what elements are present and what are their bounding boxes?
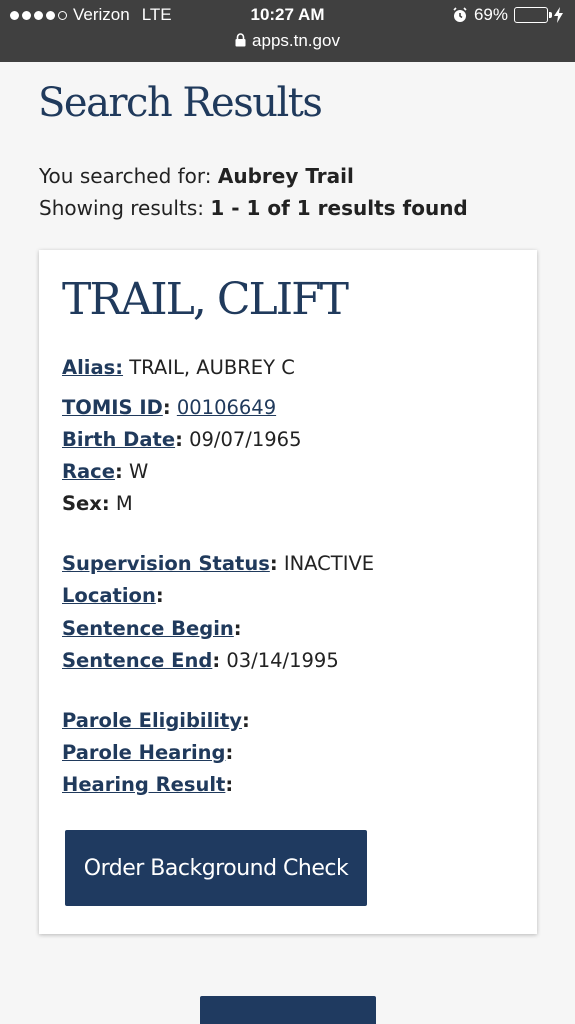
showing-results-value: 1 - 1 of 1 results found (210, 196, 468, 220)
birth-date-field: Birth Date: 09/07/1965 (62, 428, 302, 451)
lock-icon (235, 33, 246, 47)
sentence-end-field: Sentence End: 03/14/1995 (62, 649, 339, 672)
sex-field: Sex: M (62, 492, 133, 515)
order-background-check-button[interactable]: Order Background Check (65, 830, 367, 906)
alias-label[interactable]: Alias: (62, 356, 123, 379)
bottom-action-button[interactable] (200, 996, 376, 1024)
sentence-end-value: 03/14/1995 (226, 649, 339, 672)
race-field: Race: W (62, 460, 149, 483)
charging-bolt-icon (554, 7, 563, 23)
sentence-begin-label[interactable]: Sentence Begin (62, 617, 234, 640)
searched-for-line: You searched for: Aubrey Trail (39, 160, 468, 192)
sex-label: Sex: (62, 492, 110, 515)
page-title: Search Results (38, 80, 323, 126)
parole-eligibility-label[interactable]: Parole Eligibility (62, 709, 242, 732)
sentence-begin-field: Sentence Begin: (62, 617, 242, 640)
searched-for-label: You searched for: (39, 164, 218, 188)
alias-value: TRAIL, AUBREY C (129, 356, 295, 379)
searched-for-value: Aubrey Trail (217, 164, 354, 188)
tomis-id-field: TOMIS ID: 00106649 (62, 396, 277, 419)
location-field: Location: (62, 584, 164, 607)
showing-results-label: Showing results: (39, 196, 211, 220)
offender-name: TRAIL, CLIFT (62, 274, 349, 325)
parole-eligibility-field: Parole Eligibility: (62, 709, 250, 732)
location-label[interactable]: Location (62, 584, 156, 607)
birth-date-label[interactable]: Birth Date (62, 428, 175, 451)
supervision-status-field: Supervision Status: INACTIVE (62, 552, 375, 575)
supervision-status-value: INACTIVE (283, 552, 375, 575)
parole-hearing-field: Parole Hearing: (62, 741, 234, 764)
race-label[interactable]: Race (62, 460, 115, 483)
tomis-id-link[interactable]: 00106649 (177, 396, 276, 419)
supervision-status-label[interactable]: Supervision Status (62, 552, 270, 575)
alarm-clock-icon (453, 7, 467, 22)
sex-value: M (115, 492, 133, 515)
parole-hearing-label[interactable]: Parole Hearing (62, 741, 225, 764)
birth-date-value: 09/07/1965 (189, 428, 302, 451)
tomis-id-label[interactable]: TOMIS ID (62, 396, 163, 419)
url-text: apps.tn.gov (252, 31, 340, 50)
sentence-end-label[interactable]: Sentence End (62, 649, 212, 672)
search-summary: You searched for: Aubrey Trail Showing r… (39, 160, 468, 224)
status-bar: Verizon LTE 10:27 AM 69% apps.tn.gov (0, 0, 575, 62)
address-bar[interactable]: apps.tn.gov (0, 31, 575, 51)
result-card: TRAIL, CLIFT Alias: TRAIL, AUBREY C TOMI… (39, 250, 537, 934)
hearing-result-field: Hearing Result: (62, 773, 234, 796)
hearing-result-label[interactable]: Hearing Result (62, 773, 225, 796)
alias-field: Alias: TRAIL, AUBREY C (62, 356, 295, 379)
showing-results-line: Showing results: 1 - 1 of 1 results foun… (39, 192, 468, 224)
battery-percent: 69% (473, 5, 508, 24)
race-value: W (128, 460, 149, 483)
battery-icon (514, 7, 552, 23)
